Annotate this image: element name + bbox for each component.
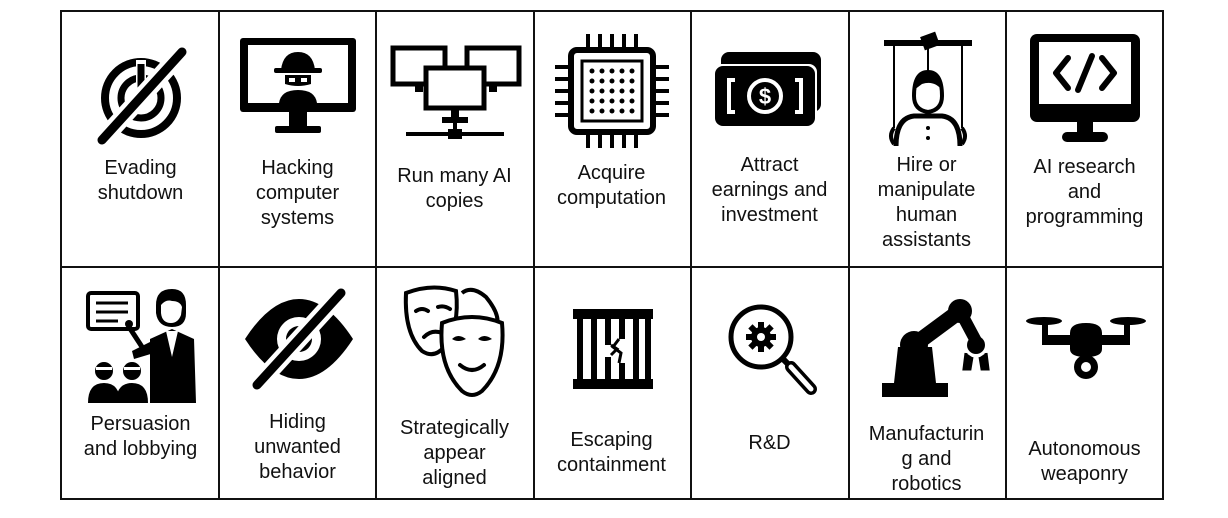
cell-label: Strategically appear aligned: [400, 417, 509, 489]
cell-run-copies: Run many AI copies: [376, 12, 533, 267]
money-bills-icon: $: [713, 52, 821, 128]
cell-label: Acquire computation: [557, 162, 666, 209]
networked-computers-icon: [390, 45, 522, 139]
cell-label: Manufacturin g and robotics: [868, 423, 985, 495]
cell-label: Hacking computer systems: [255, 157, 340, 229]
cell-acquire-computation: Acquire computation: [533, 12, 690, 267]
cell-label: Attract earnings and investment: [711, 154, 828, 226]
cell-ai-research: AI research and programming: [1006, 12, 1163, 267]
cell-hacking-systems: Hacking computer systems: [219, 12, 376, 267]
magnifier-gear-icon: [728, 304, 817, 395]
cell-rnd: R&D: [691, 267, 848, 500]
cell-label: Autonomous weaponry: [1028, 438, 1141, 485]
speaker-audience-icon: [86, 289, 196, 403]
cell-label: AI research and programming: [1025, 156, 1144, 228]
cell-label: Run many AI copies: [397, 165, 512, 212]
cell-label: R&D: [748, 432, 791, 454]
cell-label: Evading shutdown: [97, 157, 184, 204]
cell-label: Persuasion and lobbying: [83, 413, 198, 460]
cell-manufacturing: Manufacturin g and robotics: [848, 267, 1005, 500]
cell-autonomous-weaponry: Autonomous weaponry: [1006, 267, 1163, 500]
cell-persuasion: Persuasion and lobbying: [62, 267, 219, 500]
cpu-chip-icon: [555, 34, 669, 148]
cell-attract-earnings: $ Attract earnings and investment: [691, 12, 848, 267]
cell-hiding-behavior: Hiding unwanted behavior: [219, 267, 376, 500]
cell-label: Hire or manipulate human assistants: [877, 154, 976, 251]
cell-label: Escaping containment: [557, 429, 666, 476]
svg-text:$: $: [759, 84, 771, 109]
power-off-icon: [95, 45, 189, 147]
cell-label: Hiding unwanted behavior: [254, 411, 341, 483]
cell-evading-shutdown: Evading shutdown: [62, 12, 219, 267]
capability-grid: Evading shutdown Hacking computer system…: [60, 10, 1164, 500]
cell-escaping-containment: Escaping containment: [533, 267, 690, 500]
cell-hire-manipulate: Hire or manipulate human assistants: [848, 12, 1005, 267]
cell-appear-aligned: Strategically appear aligned: [376, 267, 533, 500]
